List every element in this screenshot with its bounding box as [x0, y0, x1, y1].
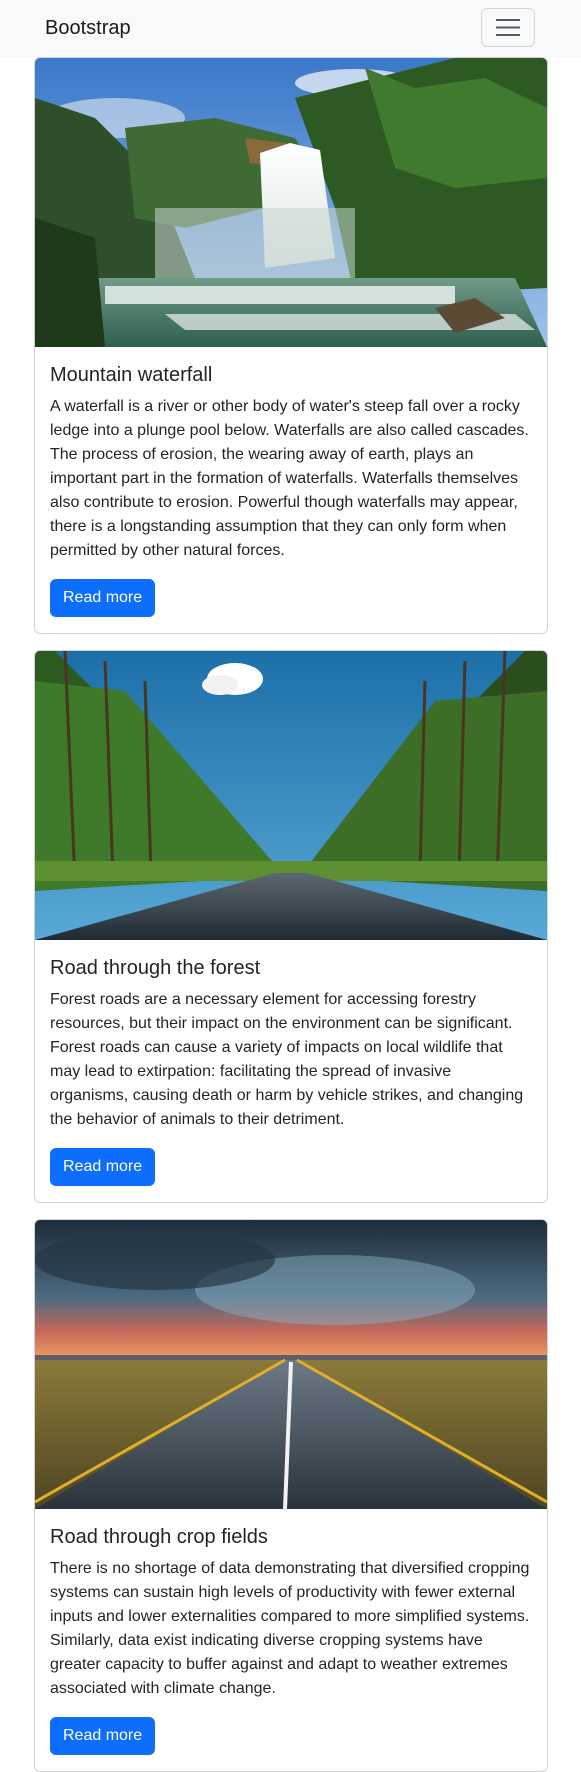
mountain-waterfall-photo: [35, 58, 547, 347]
card-title: Road through the forest: [50, 957, 261, 979]
navbar: Bootstrap: [0, 0, 581, 57]
card-title: Road through crop fields: [50, 1526, 268, 1548]
read-more-button[interactable]: Read more: [50, 1148, 156, 1186]
card-road-crop-fields: Road through crop fields There is no sho…: [34, 1219, 548, 1772]
crop-fields-road-photo: [35, 1220, 547, 1509]
hamburger-menu-icon: [496, 19, 520, 36]
card-mountain-waterfall: Mountain waterfall A waterfall is a rive…: [34, 57, 548, 634]
read-more-button[interactable]: Read more: [50, 1717, 156, 1755]
read-more-button[interactable]: Read more: [50, 579, 156, 617]
card-body: Road through crop fields There is no sho…: [35, 1509, 547, 1771]
card-text: A waterfall is a river or other body of …: [50, 398, 529, 559]
card-title: Mountain waterfall: [50, 364, 213, 386]
forest-road-photo: [35, 651, 547, 940]
card-text: There is no shortage of data demonstrati…: [50, 1560, 530, 1697]
card-text: Forest roads are a necessary element for…: [50, 991, 524, 1128]
card-road-forest: Road through the forest Forest roads are…: [34, 650, 548, 1203]
card-body: Mountain waterfall A waterfall is a rive…: [35, 347, 547, 633]
navbar-toggler-button[interactable]: [481, 8, 535, 47]
card-body: Road through the forest Forest roads are…: [35, 940, 547, 1202]
navbar-brand[interactable]: Bootstrap: [45, 16, 131, 41]
